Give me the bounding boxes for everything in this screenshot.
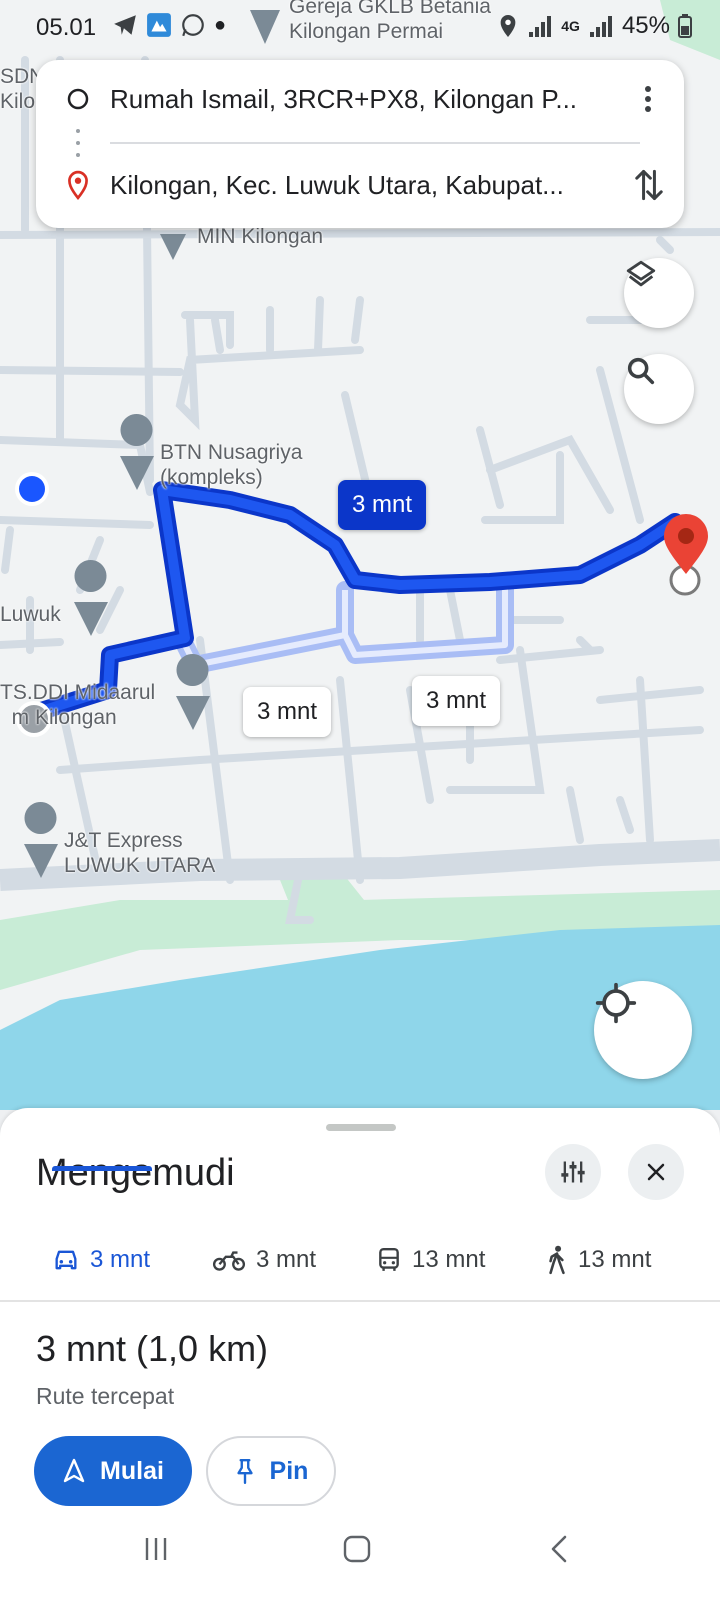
- close-button[interactable]: [628, 1144, 684, 1200]
- location-icon: [500, 15, 516, 37]
- origin-input[interactable]: Rumah Ismail, 3RCR+PX8, Kilongan P...: [110, 84, 610, 115]
- sheet-drag-handle[interactable]: [326, 1124, 396, 1131]
- route-time-badge-alt-1[interactable]: 3 mnt: [243, 687, 332, 737]
- origin-row[interactable]: Rumah Ismail, 3RCR+PX8, Kilongan P...: [36, 64, 684, 134]
- signal-icon: [529, 16, 552, 37]
- home-button[interactable]: [332, 1524, 382, 1574]
- pin-label: Pin: [269, 1456, 309, 1485]
- back-button[interactable]: [534, 1524, 584, 1574]
- tab-driving-label: 3 mnt: [90, 1246, 151, 1273]
- close-icon: [647, 1163, 665, 1181]
- destination-input[interactable]: Kilongan, Kec. Luwuk Utara, Kabupat...: [110, 170, 610, 201]
- walk-icon: [549, 1245, 565, 1275]
- battery-icon: [678, 14, 692, 38]
- poi-label-btn: BTN Nusagriya (kompleks): [160, 441, 303, 489]
- back-icon: [551, 1535, 567, 1563]
- my-location-button[interactable]: [594, 981, 692, 1079]
- start-label: Mulai: [100, 1456, 164, 1485]
- my-location-icon: [595, 982, 637, 1024]
- whatsapp-icon: [182, 14, 204, 37]
- pin-route-button[interactable]: Pin: [206, 1436, 336, 1506]
- route-summary: 3 mnt (1,0 km): [36, 1328, 269, 1369]
- route-options-button[interactable]: [545, 1144, 601, 1200]
- origin-circle-icon: [67, 88, 89, 110]
- route-time-badge-primary[interactable]: 3 mnt: [338, 480, 427, 530]
- navigation-arrow-icon: [63, 1458, 85, 1483]
- signal-icon-2: [589, 16, 612, 37]
- battery-percent: 45%: [621, 12, 670, 39]
- recent-apps-icon: [145, 1538, 167, 1560]
- destination-pin-icon: [68, 170, 88, 200]
- active-tab-indicator: [52, 1166, 152, 1171]
- poi-label-jnt: J&T Express LUWUK UTARA: [64, 829, 216, 877]
- tab-driving[interactable]: 3 mnt: [52, 1220, 150, 1300]
- tab-walking-label: 13 mnt: [578, 1246, 652, 1273]
- transit-icon: [379, 1247, 399, 1271]
- tune-icon: [561, 1161, 585, 1183]
- poi-label-mts: TS.DDI Midaarul m Kilongan: [0, 681, 156, 729]
- layers-icon: [626, 260, 656, 287]
- tab-transit-label: 13 mnt: [412, 1246, 486, 1273]
- network-type: 4G: [561, 18, 580, 34]
- telegram-icon: [114, 15, 136, 35]
- tab-walking[interactable]: 13 mnt: [546, 1220, 651, 1300]
- app-notification-icon: [147, 13, 171, 37]
- search-icon: [627, 357, 655, 385]
- system-navigation-bar: [0, 1500, 720, 1600]
- start-navigation-button[interactable]: Mulai: [34, 1436, 192, 1506]
- travel-mode-title: Mengemudi: [36, 1152, 235, 1194]
- poi-label-luwuk: Luwuk: [0, 603, 61, 626]
- tab-motorcycle-label: 3 mnt: [256, 1246, 317, 1273]
- system-indicators: 4G 45%: [497, 12, 692, 40]
- status-time: 05.01: [36, 14, 97, 41]
- tab-transit[interactable]: 13 mnt: [376, 1220, 485, 1300]
- travel-mode-tabs: 3 mnt 3 mnt 13 mnt 13 mnt: [0, 1220, 720, 1302]
- map-search-button[interactable]: [624, 354, 694, 424]
- route-time-badge-alt-2[interactable]: 3 mnt: [412, 676, 501, 726]
- directions-card: Rumah Ismail, 3RCR+PX8, Kilongan P... Ki…: [36, 60, 684, 228]
- notification-icons: ●: [112, 12, 226, 38]
- directions-divider: [110, 142, 640, 144]
- swap-vert-icon[interactable]: [632, 166, 666, 204]
- route-description: Rute tercepat: [36, 1383, 175, 1409]
- recent-apps-button[interactable]: [131, 1524, 181, 1574]
- destination-row[interactable]: Kilongan, Kec. Luwuk Utara, Kabupat...: [36, 150, 684, 220]
- status-bar: 05.01 ● 4G 45%: [0, 0, 720, 52]
- car-icon: [55, 1250, 77, 1270]
- more-notifications-dot: ●: [214, 13, 227, 36]
- layers-button[interactable]: [624, 258, 694, 328]
- more-vert-icon[interactable]: [636, 83, 660, 115]
- home-icon: [343, 1535, 371, 1563]
- motorcycle-icon: [212, 1251, 246, 1271]
- tab-motorcycle[interactable]: 3 mnt: [212, 1220, 316, 1300]
- pin-icon: [236, 1459, 253, 1485]
